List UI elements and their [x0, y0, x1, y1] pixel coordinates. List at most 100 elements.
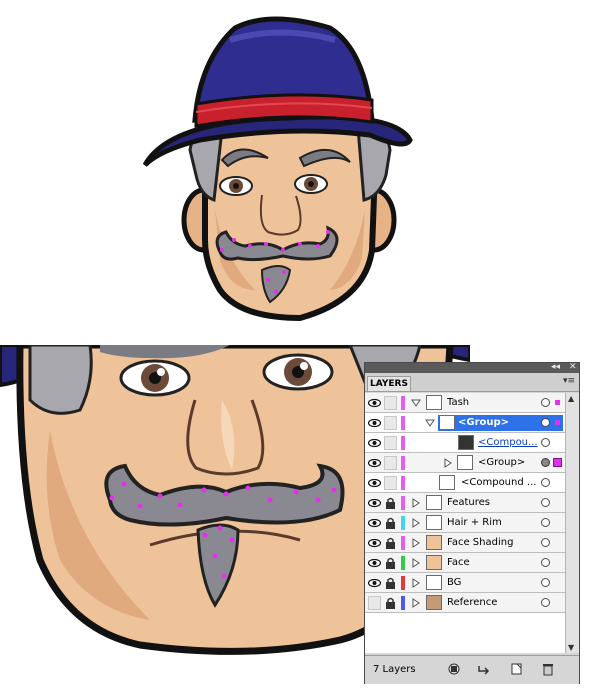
layer-color-swatch — [401, 536, 405, 550]
layer-color-swatch — [401, 556, 405, 570]
layer-row-bg[interactable]: BG — [365, 573, 565, 593]
panel-footer: 7 Layers — [365, 655, 579, 684]
target-circle-icon[interactable] — [541, 438, 550, 447]
layer-row-face[interactable]: Face — [365, 553, 565, 573]
lock-icon[interactable] — [384, 516, 397, 530]
visibility-eye-icon[interactable] — [368, 577, 381, 589]
target-circle-icon[interactable] — [541, 598, 550, 607]
layer-thumbnail — [426, 575, 442, 590]
layer-count: 7 Layers — [373, 664, 416, 675]
delete-layer-icon[interactable] — [541, 662, 555, 676]
selection-indicator — [555, 400, 560, 405]
layer-row-compound-2[interactable]: <Compound ... — [365, 473, 565, 493]
lock-icon[interactable] — [384, 536, 397, 550]
layer-thumbnail — [426, 595, 442, 610]
close-panel-icon[interactable]: ✕ — [569, 362, 577, 372]
lock-toggle[interactable] — [384, 436, 397, 450]
layer-name: Face Shading — [447, 537, 514, 548]
layer-color-swatch — [401, 416, 405, 430]
layer-thumbnail — [426, 555, 442, 570]
target-circle-icon[interactable] — [541, 518, 550, 527]
layer-color-swatch — [401, 436, 405, 450]
panel-menu-icon[interactable]: ▾≡ — [563, 376, 575, 386]
layer-name: Reference — [447, 597, 498, 608]
expanded-triangle-icon[interactable] — [425, 418, 435, 428]
scroll-down-icon[interactable]: ▼ — [568, 643, 574, 652]
create-sublayer-icon[interactable] — [477, 662, 491, 676]
layers-scrollbar[interactable]: ▲ ▼ — [565, 393, 579, 653]
visibility-eye-icon[interactable] — [368, 497, 381, 509]
layer-name: <Compou... — [478, 437, 538, 448]
layer-thumbnail — [457, 455, 473, 470]
layer-name: BG — [447, 577, 462, 588]
tab-layers[interactable]: LAYERS — [367, 376, 411, 391]
lock-toggle[interactable] — [384, 416, 397, 430]
layer-name: Face — [447, 557, 470, 568]
lock-toggle[interactable] — [384, 396, 397, 410]
layer-row-group-selected[interactable]: <Group> — [365, 413, 565, 433]
visibility-eye-icon[interactable] — [368, 517, 381, 529]
layer-name: <Group> — [478, 457, 526, 468]
layer-color-swatch — [401, 496, 405, 510]
layer-thumbnail — [426, 495, 442, 510]
collapsed-triangle-icon[interactable] — [411, 538, 421, 548]
layer-color-swatch — [401, 456, 405, 470]
collapsed-triangle-icon[interactable] — [443, 458, 453, 468]
lock-toggle[interactable] — [384, 456, 397, 470]
layer-row-tash[interactable]: Tash — [365, 393, 565, 413]
visibility-toggle-hidden[interactable] — [368, 596, 381, 610]
lock-icon[interactable] — [384, 576, 397, 590]
layer-thumbnail — [426, 535, 442, 550]
collapsed-triangle-icon[interactable] — [411, 578, 421, 588]
target-circle-icon[interactable] — [541, 418, 550, 427]
visibility-eye-icon[interactable] — [368, 537, 381, 549]
lock-icon[interactable] — [384, 496, 397, 510]
layer-row-hair-rim[interactable]: Hair + Rim — [365, 513, 565, 533]
visibility-eye-icon[interactable] — [368, 437, 381, 449]
visibility-eye-icon[interactable] — [368, 477, 381, 489]
layer-thumbnail — [426, 395, 442, 410]
layer-name: <Group> — [458, 417, 510, 428]
target-circle-icon[interactable] — [541, 558, 550, 567]
layer-row-reference[interactable]: Reference — [365, 593, 565, 613]
target-circle-icon[interactable] — [541, 498, 550, 507]
selection-indicator — [555, 420, 560, 425]
layer-name: Hair + Rim — [447, 517, 502, 528]
visibility-eye-icon[interactable] — [368, 457, 381, 469]
layer-color-swatch — [401, 576, 405, 590]
expanded-triangle-icon[interactable] — [411, 398, 421, 408]
visibility-eye-icon[interactable] — [368, 557, 381, 569]
panel-titlebar: ◂◂ ✕ — [365, 362, 579, 373]
layer-thumbnail — [439, 475, 455, 490]
collapsed-triangle-icon[interactable] — [411, 518, 421, 528]
visibility-eye-icon[interactable] — [368, 397, 381, 409]
target-circle-icon[interactable] — [541, 398, 550, 407]
collapsed-triangle-icon[interactable] — [411, 558, 421, 568]
collapsed-triangle-icon[interactable] — [411, 498, 421, 508]
layer-color-swatch — [401, 516, 405, 530]
target-circle-icon[interactable] — [541, 478, 550, 487]
layer-row-face-shading[interactable]: Face Shading — [365, 533, 565, 553]
lock-toggle[interactable] — [384, 476, 397, 490]
layer-name: Tash — [447, 397, 470, 408]
selection-indicator — [553, 458, 562, 467]
scroll-up-icon[interactable]: ▲ — [568, 394, 574, 403]
layer-row-compound-1[interactable]: <Compou... — [365, 433, 565, 453]
visibility-eye-icon[interactable] — [368, 417, 381, 429]
layer-thumbnail — [426, 515, 442, 530]
target-circle-icon[interactable] — [541, 578, 550, 587]
target-circle-icon[interactable] — [541, 538, 550, 547]
layer-color-swatch — [401, 396, 405, 410]
layer-row-group[interactable]: <Group> — [365, 453, 565, 473]
layer-name: <Compound ... — [461, 477, 537, 488]
create-new-layer-icon[interactable] — [509, 662, 523, 676]
layer-row-features[interactable]: Features — [365, 493, 565, 513]
make-clipping-mask-icon[interactable] — [447, 662, 461, 676]
collapse-panel-icon[interactable]: ◂◂ — [551, 362, 560, 372]
lock-icon[interactable] — [384, 596, 397, 610]
layer-color-swatch — [401, 596, 405, 610]
collapsed-triangle-icon[interactable] — [411, 598, 421, 608]
lock-icon[interactable] — [384, 556, 397, 570]
target-circle-icon[interactable] — [541, 458, 550, 467]
layer-thumbnail — [439, 415, 455, 430]
